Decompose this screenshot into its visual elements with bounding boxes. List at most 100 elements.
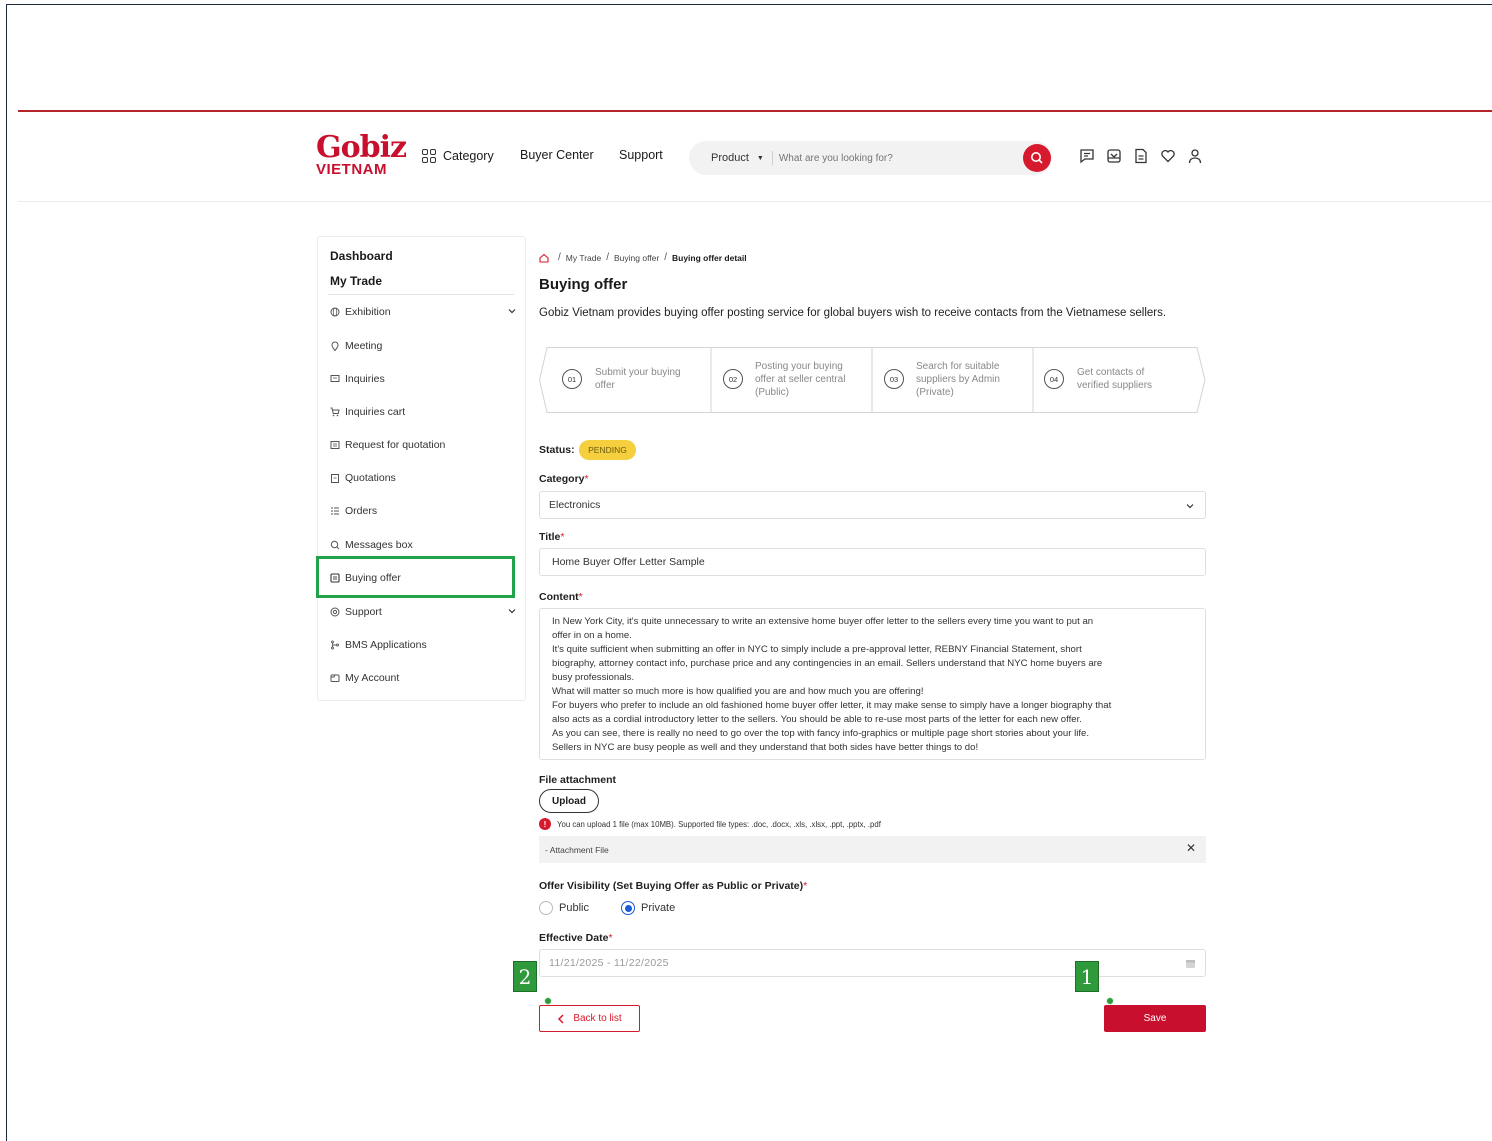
upload-button[interactable]: Upload bbox=[539, 789, 599, 813]
chat-icon[interactable] bbox=[1078, 147, 1096, 165]
required-mark: * bbox=[803, 880, 808, 892]
effective-date-value: 11/21/2025 - 11/22/2025 bbox=[549, 957, 669, 969]
content-line: As you can see, there is really no need … bbox=[552, 728, 1090, 739]
home-icon[interactable] bbox=[539, 253, 549, 263]
logo-main-text: Gobiz bbox=[316, 130, 407, 165]
content-line: It's quite sufficient when submitting an… bbox=[552, 644, 1082, 655]
warning-icon: ! bbox=[539, 818, 551, 830]
step-text: Search for suitable suppliers by Admin (… bbox=[916, 360, 1000, 399]
upload-note: ! You can upload 1 file (max 10MB). Supp… bbox=[539, 818, 881, 830]
pin-icon bbox=[329, 341, 340, 352]
sidebar-item-orders[interactable]: Orders bbox=[329, 501, 517, 521]
gobiz-logo[interactable]: Gobiz VIETNAM bbox=[316, 130, 407, 180]
sidebar-item-inquiries-cart[interactable]: Inquiries cart bbox=[329, 402, 517, 422]
globe-icon bbox=[329, 307, 340, 318]
sidebar-item-bms-applications[interactable]: BMS Applications bbox=[329, 635, 517, 655]
inbox-icon[interactable] bbox=[1105, 147, 1123, 165]
step-number: 02 bbox=[723, 369, 743, 389]
status-label: Status: bbox=[539, 444, 575, 456]
sidebar-item-label: Exhibition bbox=[345, 306, 391, 318]
sidebar-item-inquiries[interactable]: Inquiries bbox=[329, 369, 517, 389]
sidebar-item-support[interactable]: Support bbox=[329, 602, 517, 622]
attachment-label: File attachment bbox=[539, 774, 617, 786]
header-icons bbox=[1078, 147, 1204, 165]
search-input[interactable] bbox=[778, 152, 1009, 164]
nav-buyer-center[interactable]: Buyer Center bbox=[520, 148, 594, 162]
attachment-file-name[interactable]: - Attachment File bbox=[545, 845, 609, 855]
page-description: Gobiz Vietnam provides buying offer post… bbox=[539, 307, 1167, 319]
category-value: Electronics bbox=[549, 499, 601, 511]
visibility-label-text: Offer Visibility (Set Buying Offer as Pu… bbox=[539, 880, 804, 892]
chevron-down-icon bbox=[1185, 501, 1195, 514]
sidebar-item-label: Request for quotation bbox=[345, 439, 446, 451]
search-scope-select[interactable]: Product bbox=[711, 152, 749, 164]
search-button[interactable] bbox=[1023, 144, 1051, 172]
chevron-down-icon[interactable] bbox=[507, 606, 517, 619]
annotation-marker-2: 2 bbox=[513, 961, 537, 992]
orders-icon bbox=[329, 506, 340, 517]
sidebar-item-request-for-quotation[interactable]: Request for quotation bbox=[329, 435, 517, 455]
search-separator bbox=[771, 151, 773, 165]
effective-date-input[interactable]: 11/21/2025 - 11/22/2025 bbox=[539, 949, 1206, 977]
radio-private[interactable]: Private bbox=[621, 901, 675, 915]
sidebar-item-my-account[interactable]: My Account bbox=[329, 668, 517, 688]
content-line: What will matter so much more is how qua… bbox=[552, 686, 924, 697]
step-number: 01 bbox=[562, 369, 582, 389]
sidebar-dashboard-link[interactable]: Dashboard bbox=[330, 249, 393, 263]
sidebar-item-label: Inquiries cart bbox=[345, 406, 406, 418]
visibility-label: Offer Visibility (Set Buying Offer as Pu… bbox=[539, 880, 807, 892]
breadcrumb-separator: / bbox=[606, 252, 609, 263]
title-label-text: Title bbox=[539, 531, 561, 543]
breadcrumb-buying-offer[interactable]: Buying offer bbox=[614, 253, 659, 263]
step-line: Posting your buying bbox=[755, 361, 843, 372]
chat-bubble-icon bbox=[329, 540, 340, 551]
heart-icon[interactable] bbox=[1159, 147, 1177, 165]
close-icon[interactable]: ✕ bbox=[1186, 841, 1196, 855]
step-line: Search for suitable bbox=[916, 361, 1000, 372]
required-mark: * bbox=[584, 473, 589, 485]
sidebar-item-label: Quotations bbox=[345, 472, 396, 484]
calendar-icon[interactable] bbox=[1185, 958, 1196, 972]
chevron-down-icon[interactable] bbox=[507, 306, 517, 319]
radio-circle[interactable] bbox=[539, 901, 553, 915]
breadcrumb-my-trade[interactable]: My Trade bbox=[566, 253, 601, 263]
required-mark: * bbox=[560, 531, 565, 543]
top-accent-line bbox=[18, 110, 1492, 112]
breadcrumb-separator: / bbox=[558, 252, 561, 263]
search-bar: Product ▼ bbox=[689, 141, 1052, 175]
document-icon[interactable] bbox=[1132, 147, 1150, 165]
content-line: For buyers who prefer to include an old … bbox=[552, 700, 1112, 711]
account-icon bbox=[329, 673, 340, 684]
radio-public-label: Public bbox=[559, 902, 589, 914]
sidebar-item-quotations[interactable]: Quotations bbox=[329, 468, 517, 488]
radio-public[interactable]: Public bbox=[539, 901, 589, 915]
caret-down-icon[interactable]: ▼ bbox=[757, 155, 764, 162]
back-to-list-button[interactable]: Back to list bbox=[539, 1005, 640, 1032]
breadcrumb: / My Trade / Buying offer / Buying offer… bbox=[539, 252, 747, 263]
user-icon[interactable] bbox=[1186, 147, 1204, 165]
process-steps: 01 Submit your buying offer 02 Posting y… bbox=[539, 347, 1206, 413]
content-textarea[interactable]: In New York City, it's quite unnecessary… bbox=[539, 608, 1206, 760]
title-label: Title* bbox=[539, 531, 565, 543]
sidebar-item-exhibition[interactable]: Exhibition bbox=[329, 302, 517, 322]
step-line: verified suppliers bbox=[1077, 380, 1153, 391]
step-line: suppliers by Admin bbox=[916, 374, 1000, 385]
title-input[interactable]: Home Buyer Offer Letter Sample bbox=[539, 548, 1206, 576]
nav-category[interactable]: Category bbox=[421, 148, 494, 164]
cart-icon bbox=[329, 407, 340, 418]
nav-support[interactable]: Support bbox=[619, 148, 663, 162]
step-line: offer at seller central bbox=[755, 374, 846, 385]
content-line: In New York City, it's quite unnecessary… bbox=[552, 616, 1094, 627]
sidebar-item-messages-box[interactable]: Messages box bbox=[329, 535, 517, 555]
status-badge: PENDING bbox=[579, 440, 636, 460]
sidebar-item-label: Support bbox=[345, 606, 382, 618]
step-line: Get contacts of bbox=[1077, 367, 1145, 378]
save-button[interactable]: Save bbox=[1104, 1005, 1206, 1032]
category-select[interactable]: Electronics bbox=[539, 491, 1206, 519]
effective-date-label: Effective Date* bbox=[539, 932, 613, 944]
radio-circle-selected[interactable] bbox=[621, 901, 635, 915]
branch-icon bbox=[329, 640, 340, 651]
content-line: biography, attorney contact info, purcha… bbox=[552, 658, 1103, 669]
category-label: Category* bbox=[539, 473, 589, 485]
sidebar-item-meeting[interactable]: Meeting bbox=[329, 336, 517, 356]
